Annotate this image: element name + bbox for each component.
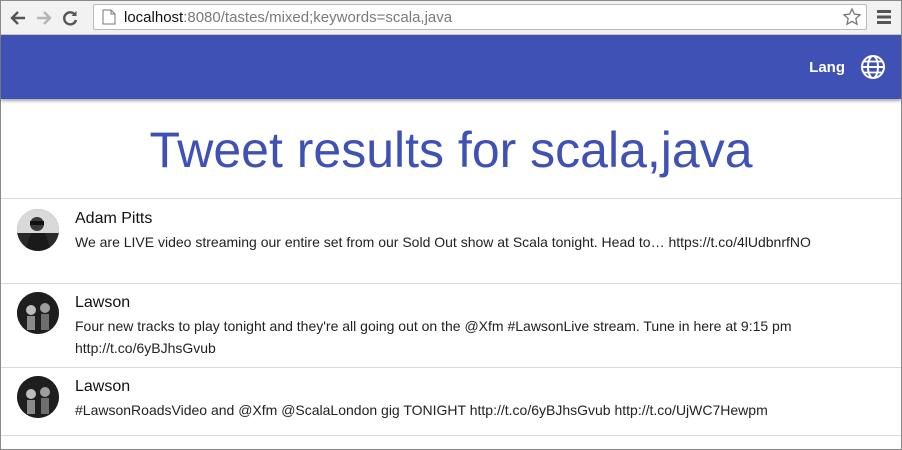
avatar xyxy=(17,209,59,251)
tweet-author[interactable]: Adam Pitts xyxy=(75,210,152,228)
tweet-text: #LawsonRoadsVideo and @Xfm @ScalaLondon … xyxy=(75,402,768,418)
page-icon xyxy=(102,9,116,25)
tweet-author[interactable]: Lawson xyxy=(75,294,130,312)
tweet-text: Four new tracks to play tonight and they… xyxy=(75,318,792,356)
lang-button[interactable]: Lang xyxy=(809,59,845,76)
avatar xyxy=(17,376,59,418)
url-text[interactable]: localhost:8080/tastes/mixed;keywords=sca… xyxy=(124,9,452,26)
address-bar[interactable]: localhost:8080/tastes/mixed;keywords=sca… xyxy=(93,4,867,30)
app-bar: Lang xyxy=(1,35,901,99)
divider xyxy=(1,435,901,436)
forward-arrow-icon[interactable] xyxy=(31,5,57,31)
globe-icon[interactable] xyxy=(859,53,887,81)
tweet-author[interactable]: Lawson xyxy=(75,378,130,396)
bookmark-star-icon[interactable] xyxy=(842,7,862,27)
page-title: Tweet results for scala,java xyxy=(149,122,753,178)
browser-toolbar: localhost:8080/tastes/mixed;keywords=sca… xyxy=(1,1,901,35)
avatar xyxy=(17,292,59,334)
menu-icon[interactable] xyxy=(875,9,893,25)
divider xyxy=(1,283,901,284)
divider xyxy=(1,198,901,199)
back-arrow-icon[interactable] xyxy=(5,5,31,31)
divider xyxy=(1,367,901,368)
reload-icon[interactable] xyxy=(57,5,83,31)
tweet-text: We are LIVE video streaming our entire s… xyxy=(75,234,811,250)
